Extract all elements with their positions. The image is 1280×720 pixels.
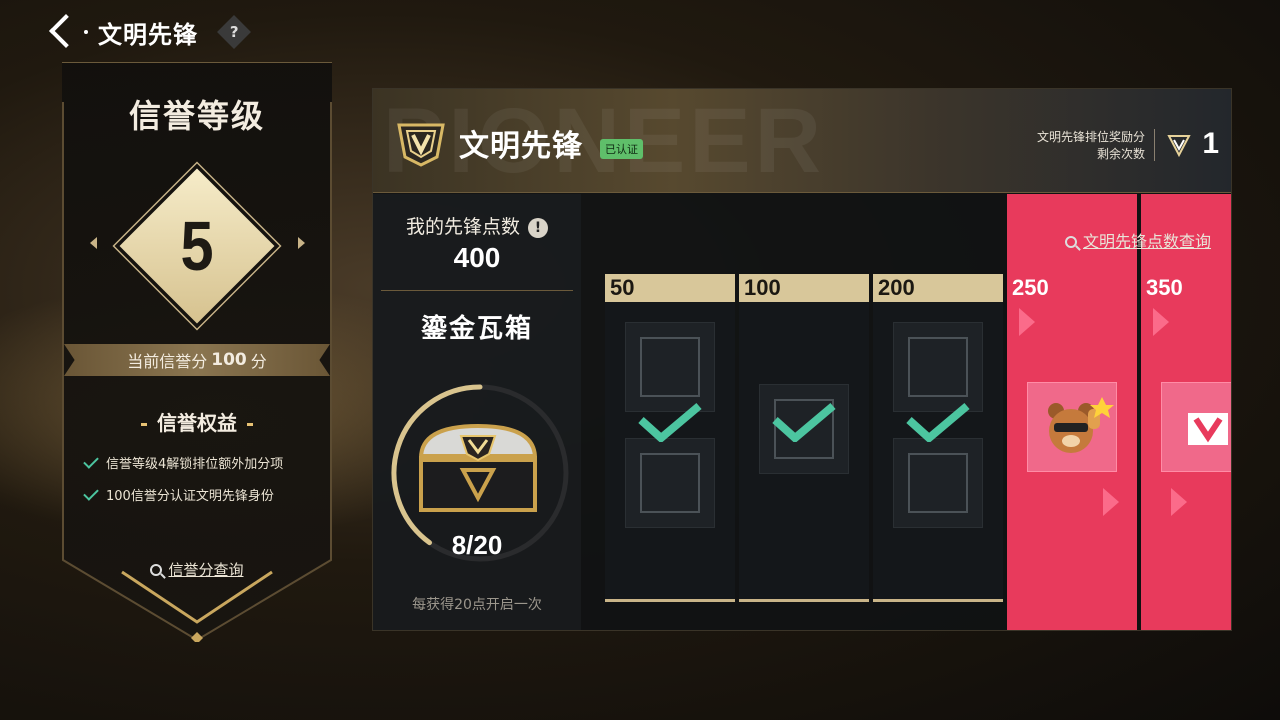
claimed-check-icon bbox=[638, 402, 702, 442]
check-icon bbox=[83, 452, 99, 469]
help-button[interactable]: ? bbox=[217, 15, 251, 49]
search-icon bbox=[150, 564, 163, 576]
decor-triangle-icon bbox=[1171, 488, 1187, 516]
info-icon[interactable]: ! bbox=[528, 218, 548, 238]
milestone-column-100[interactable]: 100 bbox=[739, 274, 869, 602]
decor-triangle-icon bbox=[1103, 488, 1119, 516]
verified-badge: 已认证 bbox=[600, 139, 643, 159]
milestone-label: 50 bbox=[605, 274, 735, 302]
milestone-column-250[interactable]: 250 bbox=[1007, 194, 1137, 630]
credit-query-label: 信誉分查询 bbox=[168, 561, 244, 579]
reward-placeholder-icon bbox=[908, 337, 968, 397]
reward-label-line2: 剩余次数 bbox=[1096, 147, 1145, 161]
pioneer-title: 文明先锋 bbox=[459, 129, 583, 164]
reward-remaining-label: 文明先锋排位奖励分 剩余次数 bbox=[1037, 129, 1145, 163]
triangle-right-icon bbox=[298, 237, 305, 249]
credit-level-value: 5 bbox=[180, 207, 214, 285]
claimed-check-icon bbox=[772, 402, 836, 442]
emblem-icon bbox=[1188, 413, 1228, 445]
decor-triangle-icon bbox=[1153, 308, 1169, 336]
milestone-base bbox=[739, 599, 869, 602]
divider bbox=[381, 290, 573, 291]
credit-panel: 信誉等级 5 当前信誉分 100 分 信誉权益 信誉等级4解锁排位额外加分项 1… bbox=[62, 62, 332, 642]
points-query-label: 文明先锋点数查询 bbox=[1082, 232, 1211, 251]
reward-slot[interactable] bbox=[893, 438, 983, 528]
milestone-base bbox=[873, 599, 1003, 602]
pioneer-token-icon bbox=[1167, 135, 1191, 157]
milestone-label: 200 bbox=[873, 274, 1003, 302]
decor-triangle-icon bbox=[1019, 308, 1035, 336]
credit-level-badge: 5 bbox=[112, 161, 282, 331]
title-dot bbox=[84, 30, 88, 34]
reward-remaining-count: 1 bbox=[1202, 127, 1219, 160]
reward-slot[interactable] bbox=[1161, 382, 1231, 472]
milestone-column-50[interactable]: 50 bbox=[605, 274, 735, 602]
reward-placeholder-icon bbox=[640, 453, 700, 513]
points-label: 我的先锋点数! bbox=[373, 212, 581, 239]
benefit-text: 100信誉分认证文明先锋身份 bbox=[106, 489, 274, 504]
score-suffix: 分 bbox=[250, 352, 267, 371]
chest-progress-value: 8/20 bbox=[451, 530, 503, 560]
chest-hint: 每获得20点开启一次 bbox=[412, 597, 542, 613]
reward-divider bbox=[1154, 129, 1155, 161]
reward-slot[interactable] bbox=[1027, 382, 1117, 472]
milestone-label: 100 bbox=[739, 274, 869, 302]
points-sidebar: 我的先锋点数! 400 鎏金瓦箱 8/20 每获得20点开启一次 bbox=[373, 194, 581, 630]
benefits-title-text: 信誉权益 bbox=[157, 411, 237, 435]
benefit-text: 信誉等级4解锁排位额外加分项 bbox=[106, 457, 284, 472]
dash-icon bbox=[247, 423, 253, 426]
credit-query-link[interactable]: 信誉分查询 bbox=[62, 559, 332, 580]
back-button[interactable] bbox=[40, 10, 83, 54]
triangle-left-icon bbox=[90, 237, 97, 249]
pioneer-banner: PIONEER 文明先锋 已认证 文明先锋排位奖励分 剩余次数 1 bbox=[373, 89, 1231, 193]
dash-icon bbox=[141, 423, 147, 426]
points-value: 400 bbox=[453, 242, 501, 273]
benefit-item: 100信誉分认证文明先锋身份 bbox=[83, 484, 274, 504]
milestone-label: 250 bbox=[1007, 274, 1137, 302]
reward-slot[interactable] bbox=[893, 322, 983, 412]
pioneer-logo-icon bbox=[397, 123, 445, 167]
check-icon bbox=[83, 484, 99, 501]
chest-name: 鎏金瓦箱 bbox=[420, 314, 533, 344]
reward-label-line1: 文明先锋排位奖励分 bbox=[1036, 130, 1145, 144]
score-prefix: 当前信誉分 bbox=[127, 352, 208, 371]
reward-placeholder-icon bbox=[640, 337, 700, 397]
search-icon bbox=[1064, 236, 1077, 248]
help-icon: ? bbox=[229, 22, 239, 41]
bear-sticker-icon bbox=[1048, 397, 1114, 453]
credit-score-band: 当前信誉分 100 分 bbox=[64, 344, 330, 376]
pioneer-panel: PIONEER 文明先锋 已认证 文明先锋排位奖励分 剩余次数 1 我的先锋点数… bbox=[372, 88, 1232, 631]
milestone-base bbox=[605, 599, 735, 602]
milestone-track: 文明先锋点数查询 50 100 200 250 350 bbox=[583, 194, 1231, 630]
gold-chest-icon[interactable] bbox=[411, 418, 545, 518]
top-bar: 文明先锋 ? bbox=[40, 10, 251, 54]
milestone-column-350[interactable]: 350 bbox=[1141, 194, 1231, 630]
score-value: 100 bbox=[211, 350, 247, 370]
points-label-text: 我的先锋点数 bbox=[405, 216, 520, 238]
credit-level-title: 信誉等级 bbox=[128, 97, 265, 135]
benefit-item: 信誉等级4解锁排位额外加分项 bbox=[83, 452, 284, 472]
claimed-check-icon bbox=[906, 402, 970, 442]
milestone-column-200[interactable]: 200 bbox=[873, 274, 1003, 602]
back-arrow-icon bbox=[49, 14, 83, 48]
points-query-link[interactable]: 文明先锋点数查询 bbox=[1064, 228, 1211, 252]
milestone-label: 350 bbox=[1141, 274, 1231, 302]
reward-slot[interactable] bbox=[625, 322, 715, 412]
reward-slot[interactable] bbox=[625, 438, 715, 528]
reward-placeholder-icon bbox=[908, 453, 968, 513]
page-title: 文明先锋 bbox=[98, 20, 198, 49]
benefits-title: 信誉权益 bbox=[62, 407, 332, 436]
